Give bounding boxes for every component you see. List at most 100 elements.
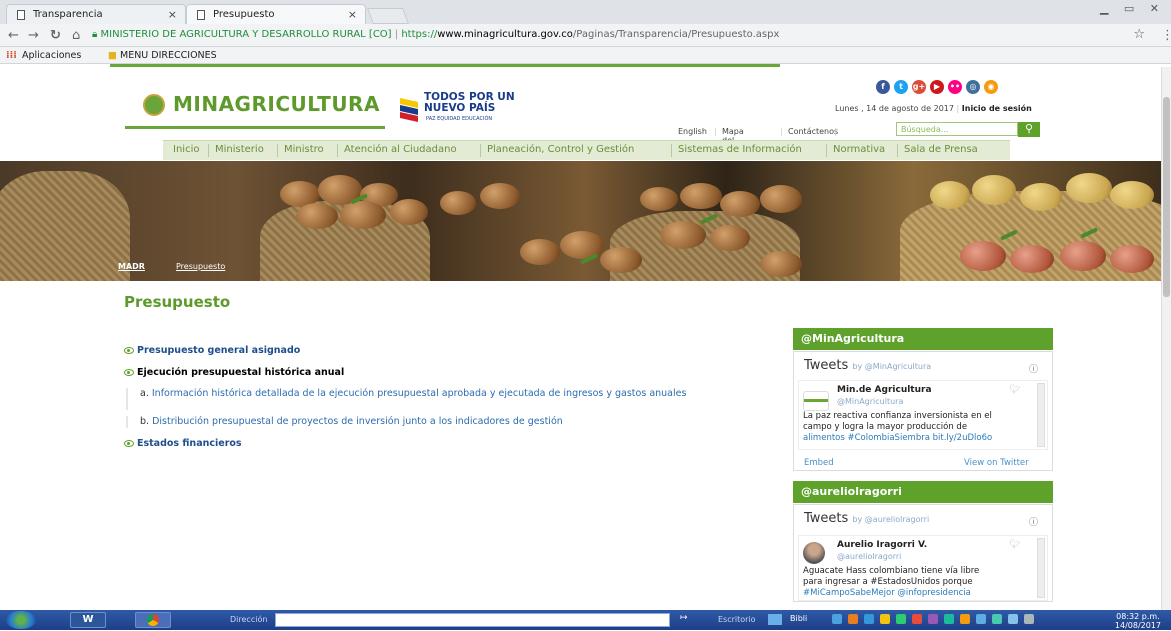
library-label[interactable]: Bibli bbox=[790, 614, 807, 623]
tray-app-icon[interactable] bbox=[864, 614, 874, 624]
eye-icon bbox=[124, 369, 134, 376]
login-link[interactable]: Inicio de sesión bbox=[962, 104, 1032, 113]
display-icon[interactable] bbox=[1008, 614, 1018, 624]
tweets-by[interactable]: by @MinAgricultura bbox=[852, 362, 931, 371]
address-bar-row: ← → ↻ ⌂ 🔒︎ MINISTERIO DE AGRICULTURA Y D… bbox=[0, 24, 1171, 47]
eye-icon bbox=[124, 347, 134, 354]
logo-text: MINAGRICULTURA bbox=[173, 92, 380, 116]
rss-icon[interactable]: ◉ bbox=[984, 80, 998, 94]
nav-inicio[interactable]: Inicio bbox=[173, 144, 199, 155]
info-icon[interactable]: ⓘ bbox=[1029, 515, 1038, 528]
tweet-card[interactable]: Aurelio Iragorri V. @aureliolragorri 🐦︎ … bbox=[798, 535, 1048, 601]
back-icon[interactable]: ← bbox=[8, 28, 19, 43]
flickr-icon[interactable]: •• bbox=[948, 80, 962, 94]
desktop-toolbar-label[interactable]: Escritorio bbox=[718, 615, 756, 624]
system-tray bbox=[826, 614, 1086, 626]
tweet-scrollbar[interactable] bbox=[1037, 538, 1045, 598]
english-link[interactable]: English bbox=[678, 127, 707, 136]
item-label: Presupuesto general asignado bbox=[137, 345, 301, 356]
youtube-icon[interactable]: ▶ bbox=[930, 80, 944, 94]
library-icon[interactable] bbox=[768, 614, 782, 625]
nav-sala-prensa[interactable]: Sala de Prensa bbox=[904, 144, 978, 155]
embed-link[interactable]: Embed bbox=[804, 458, 834, 468]
tray-app-icon[interactable] bbox=[896, 614, 906, 624]
subitem-prefix: a. bbox=[140, 388, 149, 399]
tweet-author[interactable]: Min.de Agricultura bbox=[837, 385, 932, 395]
network-icon[interactable] bbox=[992, 614, 1002, 624]
tab-transparencia[interactable]: Transparencia × bbox=[6, 4, 186, 24]
nav-ministro[interactable]: Ministro bbox=[284, 144, 324, 155]
info-icon[interactable]: ⓘ bbox=[1029, 362, 1038, 375]
tray-app-icon[interactable] bbox=[944, 614, 954, 624]
search-input[interactable]: Búsqueda... bbox=[896, 122, 1018, 136]
tweet-scrollbar[interactable] bbox=[1037, 383, 1045, 447]
tweet-card[interactable]: Min.de Agricultura @MinAgricultura 🐦︎ La… bbox=[798, 380, 1048, 450]
bookmark-menu-direcciones[interactable]: MENU DIRECCIONES bbox=[120, 50, 217, 61]
close-tab-icon[interactable]: × bbox=[348, 8, 357, 21]
tray-app-icon[interactable] bbox=[880, 614, 890, 624]
view-on-twitter-link[interactable]: View on Twitter bbox=[964, 458, 1029, 468]
bookmark-star-icon[interactable]: ☆ bbox=[1133, 27, 1145, 42]
nav-sistemas-informacion[interactable]: Sistemas de Información bbox=[678, 144, 802, 155]
widget-header-aureliolragorri[interactable]: @aureliolragorri bbox=[793, 481, 1053, 503]
bookmarks-bar: ⁞⁞⁞ Aplicaciones ■ MENU DIRECCIONES bbox=[0, 47, 1171, 64]
tray-app-icon[interactable] bbox=[928, 614, 938, 624]
subitem-informacion-historica[interactable]: a. Información histórica detallada de la… bbox=[126, 388, 786, 410]
tray-app-icon[interactable] bbox=[976, 614, 986, 624]
tray-app-icon[interactable] bbox=[848, 614, 858, 624]
nav-planeacion[interactable]: Planeación, Control y Gestión bbox=[487, 144, 634, 155]
facebook-icon[interactable]: f bbox=[876, 80, 890, 94]
twitter-icon[interactable]: t bbox=[894, 80, 908, 94]
tray-app-icon[interactable] bbox=[912, 614, 922, 624]
tweet-handle[interactable]: @aureliolragorri bbox=[837, 552, 901, 561]
tweet-handle[interactable]: @MinAgricultura bbox=[837, 397, 903, 406]
menu-icon[interactable]: ⋮ bbox=[1161, 28, 1171, 43]
window-controls[interactable]: ▁ ▭ ✕ bbox=[1100, 2, 1165, 15]
word-icon[interactable]: W bbox=[70, 612, 106, 628]
chrome-icon[interactable] bbox=[135, 612, 171, 628]
tweets-by[interactable]: by @aureliolragorri bbox=[852, 515, 929, 524]
system-clock[interactable]: 08:32 p.m. 14/08/2017 bbox=[1115, 612, 1161, 630]
link-presupuesto-general[interactable]: Presupuesto general asignado bbox=[124, 345, 300, 356]
start-button[interactable] bbox=[6, 611, 36, 629]
nav-ministerio[interactable]: Ministerio bbox=[215, 144, 264, 155]
subitem-distribucion-presupuestal[interactable]: b. Distribución presupuestal de proyecto… bbox=[126, 416, 786, 428]
tray-app-icon[interactable] bbox=[960, 614, 970, 624]
url-scheme: https:// bbox=[401, 29, 438, 40]
reload-icon[interactable]: ↻ bbox=[50, 28, 61, 43]
page-scrollbar[interactable] bbox=[1161, 67, 1171, 610]
twitter-bird-icon[interactable]: 🐦︎ bbox=[1009, 385, 1020, 395]
avatar bbox=[803, 391, 829, 411]
todos-por-un-nuevo-pais-logo[interactable]: TODOS POR UN NUEVO PAÍS PAZ EQUIDAD EDUCA… bbox=[398, 90, 538, 130]
twitter-bird-icon[interactable]: 🐦︎ bbox=[1009, 540, 1020, 550]
omnibox[interactable]: 🔒︎ MINISTERIO DE AGRICULTURA Y DESARROLL… bbox=[92, 27, 1112, 44]
home-icon[interactable]: ⌂ bbox=[72, 28, 80, 43]
minagricultura-logo[interactable]: MINAGRICULTURA bbox=[125, 88, 385, 133]
volume-icon[interactable] bbox=[1024, 614, 1034, 624]
instagram-icon[interactable]: ◎ bbox=[966, 80, 980, 94]
search-button[interactable]: ⚲ bbox=[1018, 122, 1040, 137]
address-toolbar-input[interactable] bbox=[275, 613, 670, 627]
googleplus-icon[interactable]: g+ bbox=[912, 80, 926, 94]
browser-tab-bar: Transparencia × Presupuesto × ▁ ▭ ✕ bbox=[0, 0, 1171, 24]
close-tab-icon[interactable]: × bbox=[168, 8, 177, 21]
tweet-author[interactable]: Aurelio Iragorri V. bbox=[837, 540, 927, 550]
go-icon[interactable]: ↦ bbox=[680, 613, 688, 623]
widget-header-minagricultura[interactable]: @MinAgricultura bbox=[793, 328, 1053, 350]
tray-app-icon[interactable] bbox=[832, 614, 842, 624]
link-ejecucion-presupuestal[interactable]: Ejecución presupuestal histórica anual bbox=[124, 367, 344, 378]
apps-icon[interactable]: ⁞⁞⁞ bbox=[6, 50, 17, 61]
breadcrumb-madr[interactable]: MADR bbox=[118, 262, 145, 271]
breadcrumb-presupuesto[interactable]: Presupuesto bbox=[176, 262, 225, 271]
contact-link[interactable]: Contáctenos bbox=[788, 127, 838, 136]
link-estados-financieros[interactable]: Estados financieros bbox=[124, 438, 242, 449]
nav-normativa[interactable]: Normativa bbox=[833, 144, 885, 155]
forward-icon[interactable]: → bbox=[28, 28, 39, 43]
nav-atencion-ciudadano[interactable]: Atención al Ciudadano bbox=[344, 144, 457, 155]
new-tab-button[interactable] bbox=[367, 8, 409, 24]
scrollbar-thumb[interactable] bbox=[1163, 97, 1170, 297]
flag-icon bbox=[400, 98, 418, 122]
bookmark-aplicaciones[interactable]: Aplicaciones bbox=[22, 50, 81, 61]
dropdown-arrow-icon[interactable]: ▾ bbox=[664, 614, 668, 623]
tab-presupuesto[interactable]: Presupuesto × bbox=[186, 4, 366, 24]
